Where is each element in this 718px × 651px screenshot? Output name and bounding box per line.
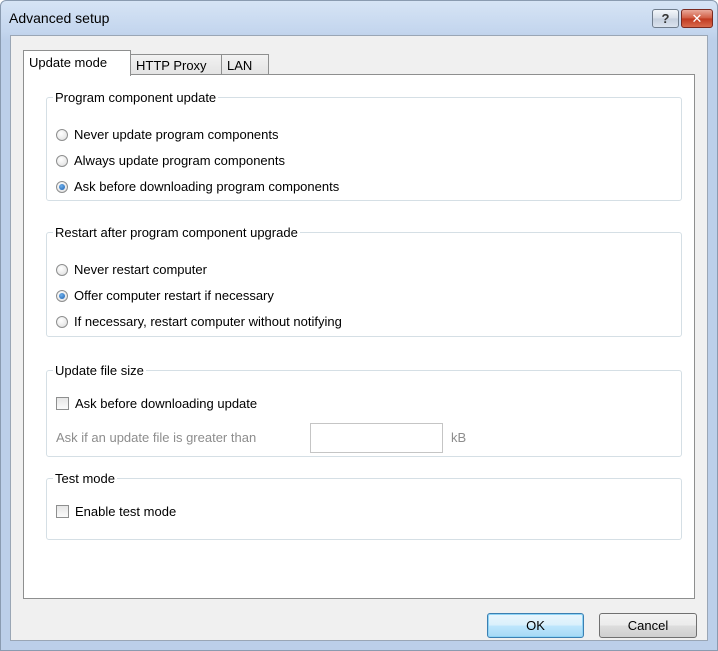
restart-after-upgrade-group: Restart after program component upgrade … — [46, 225, 682, 337]
advanced-setup-dialog: Advanced setup ? ✕ Update mode HTTP Prox… — [0, 0, 718, 651]
close-icon: ✕ — [691, 10, 703, 26]
radio-never-update[interactable]: Never update program components — [56, 127, 279, 142]
program-component-update-group: Program component update Never update pr… — [46, 90, 682, 201]
radio-never-update-indicator[interactable] — [56, 128, 68, 141]
checkbox-ask-before-downloading-update-box[interactable] — [56, 397, 69, 410]
test-mode-group: Test mode Enable test mode — [46, 471, 682, 540]
radio-restart-without-notifying-label: If necessary, restart computer without n… — [74, 314, 342, 329]
tab-lan[interactable]: LAN — [221, 54, 269, 75]
cancel-button[interactable]: Cancel — [599, 613, 697, 638]
radio-restart-without-notifying-indicator[interactable] — [56, 315, 68, 328]
checkbox-enable-test-mode-box[interactable] — [56, 505, 69, 518]
tab-update-mode[interactable]: Update mode — [23, 50, 131, 76]
radio-ask-before-download[interactable]: Ask before downloading program component… — [56, 179, 339, 194]
ok-button[interactable]: OK — [487, 613, 584, 638]
radio-restart-without-notifying[interactable]: If necessary, restart computer without n… — [56, 314, 342, 329]
radio-always-update-indicator[interactable] — [56, 154, 68, 167]
radio-never-restart-label: Never restart computer — [74, 262, 207, 277]
radio-offer-restart-label: Offer computer restart if necessary — [74, 288, 274, 303]
radio-never-update-label: Never update program components — [74, 127, 279, 142]
restart-after-upgrade-legend: Restart after program component upgrade — [55, 225, 298, 240]
update-mode-panel: Program component update Never update pr… — [23, 74, 695, 599]
tab-http-proxy[interactable]: HTTP Proxy — [130, 54, 222, 75]
radio-offer-restart[interactable]: Offer computer restart if necessary — [56, 288, 274, 303]
kb-unit-label: kB — [451, 430, 467, 445]
window-title: Advanced setup — [9, 10, 110, 26]
help-icon: ? — [661, 11, 670, 26]
update-file-size-group: Update file size Ask before downloading … — [46, 363, 682, 457]
radio-never-restart[interactable]: Never restart computer — [56, 262, 207, 277]
checkbox-ask-before-downloading-update[interactable]: Ask before downloading update — [56, 396, 257, 411]
radio-never-restart-indicator[interactable] — [56, 263, 68, 276]
close-button[interactable]: ✕ — [681, 9, 713, 28]
checkbox-enable-test-mode[interactable]: Enable test mode — [56, 504, 176, 519]
radio-ask-before-download-indicator[interactable] — [56, 180, 68, 193]
threshold-size-input[interactable] — [310, 423, 443, 453]
test-mode-legend: Test mode — [55, 471, 115, 486]
checkbox-enable-test-mode-label: Enable test mode — [75, 504, 177, 519]
help-button[interactable]: ? — [652, 9, 679, 28]
dialog-client-area: Update mode HTTP Proxy LAN Program compo… — [10, 35, 708, 641]
program-component-update-legend: Program component update — [55, 90, 217, 105]
checkbox-ask-before-downloading-update-label: Ask before downloading update — [75, 396, 258, 411]
radio-ask-before-download-label: Ask before downloading program component… — [74, 179, 340, 194]
threshold-label: Ask if an update file is greater than — [56, 430, 257, 445]
update-file-size-legend: Update file size — [55, 363, 144, 378]
radio-always-update[interactable]: Always update program components — [56, 153, 285, 168]
radio-offer-restart-indicator[interactable] — [56, 289, 68, 302]
radio-always-update-label: Always update program components — [74, 153, 286, 168]
title-bar[interactable]: Advanced setup ? ✕ — [1, 1, 717, 35]
